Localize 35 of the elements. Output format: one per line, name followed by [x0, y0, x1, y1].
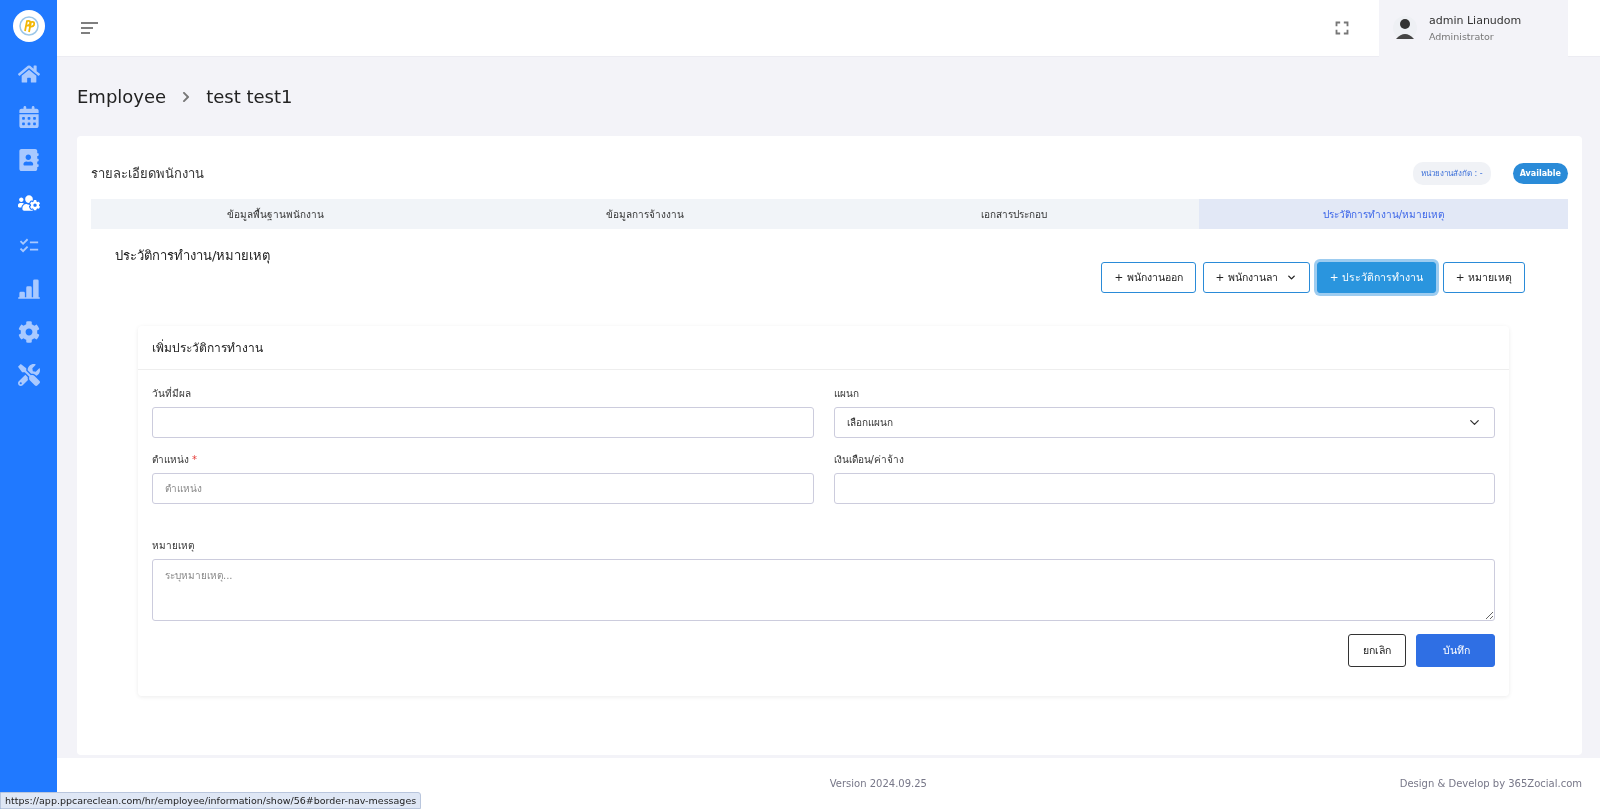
- status-url: https://app.ppcareclean.com/hr/employee/information/show/56#border-nav-messages: [0, 792, 422, 809]
- user-name: admin Lianudom: [1429, 14, 1522, 27]
- select-field[interactable]: เลือกแผนก: [833, 407, 1495, 438]
- textarea-field[interactable]: ระบุหมายเหตุ...: [152, 559, 1495, 621]
- action-button[interactable]: + พนักงานออก: [1101, 262, 1196, 293]
- version-text: Version 2024.09.25: [828, 778, 927, 789]
- menu-icon[interactable]: [81, 22, 98, 34]
- form-title: เพิ่มประวัติการทำงาน: [138, 326, 1509, 370]
- caret-icon: [1285, 272, 1297, 283]
- card-title: รายละเอียดพนักงาน: [91, 164, 205, 183]
- field-label: หมายเหตุ: [152, 539, 195, 554]
- input-field[interactable]: [152, 407, 814, 438]
- field-label: แผนก: [833, 387, 860, 401]
- tab[interactable]: ข้อมูลพื้นฐานพนักงาน: [91, 199, 461, 229]
- field-label: ตำแหน่ง *: [152, 453, 198, 467]
- tab[interactable]: เอกสารประกอบ: [829, 199, 1199, 229]
- tab[interactable]: ประวัติการทำงาน/หมายเหตุ: [1198, 199, 1568, 229]
- credit-text: Design & Develop by 365Zocial.com: [1399, 778, 1582, 789]
- breadcrumb-item: test test1: [206, 86, 293, 107]
- user-role: Administrator: [1429, 31, 1495, 42]
- breadcrumb-item[interactable]: Employee: [77, 86, 167, 107]
- tab[interactable]: ข้อมูลการจ้างงาน: [460, 199, 830, 229]
- field-label: เงินเดือน/ค่าจ้าง: [833, 453, 905, 467]
- cancel-button[interactable]: ยกเลิก: [1348, 634, 1406, 667]
- logo-icon[interactable]: [12, 10, 45, 42]
- required-mark: *: [192, 454, 197, 465]
- action-button[interactable]: + หมายเหตุ: [1442, 262, 1525, 293]
- section-title: ประวัติการทำงาน/หมายเหตุ: [115, 247, 272, 266]
- action-button[interactable]: + พนักงานลา: [1202, 262, 1310, 293]
- field-label: วันที่มีผล: [152, 385, 192, 401]
- status-badge: Available: [1512, 162, 1568, 184]
- save-button[interactable]: บันทึก: [1416, 634, 1495, 667]
- input-field[interactable]: [833, 473, 1495, 504]
- input-field[interactable]: ตำแหน่ง: [152, 473, 814, 504]
- unit-badge: หน่วยงานสังกัด : -: [1413, 161, 1491, 185]
